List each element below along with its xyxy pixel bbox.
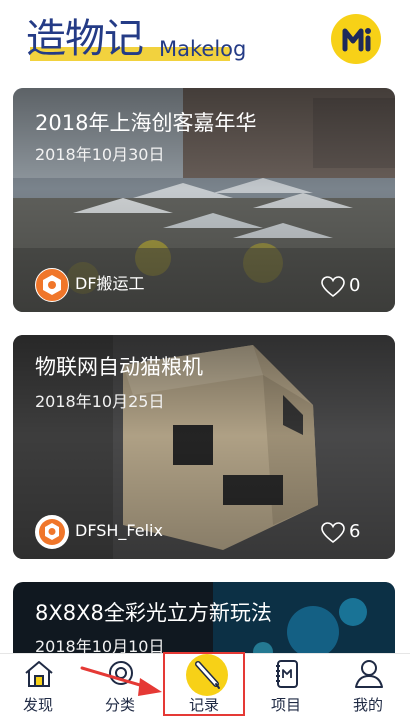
tab-me[interactable]: 我的: [333, 654, 403, 721]
like-count: 6: [349, 521, 361, 542]
like-button[interactable]: 6: [321, 520, 371, 546]
tab-label: 项目: [270, 696, 301, 714]
app-title-chinese: 造物记: [26, 16, 144, 62]
card-title: 8X8X8全彩光立方新玩法: [35, 601, 272, 625]
card-date: 2018年10月25日: [35, 392, 165, 411]
tab-projects[interactable]: 项目: [251, 654, 321, 721]
like-button[interactable]: 0: [321, 274, 371, 300]
notebook-icon: [276, 660, 298, 688]
app-title: 造物记 Makelog: [26, 12, 246, 72]
app-title-english: Makelog: [159, 37, 247, 61]
card-title: 2018年上海创客嘉年华: [35, 111, 257, 135]
user-icon: [355, 660, 383, 688]
card-title: 物联网自动猫粮机: [35, 355, 203, 379]
heart-icon: [321, 276, 345, 298]
like-count: 0: [349, 275, 361, 296]
avatar: [35, 268, 69, 302]
author-name: DF搬运工: [75, 274, 145, 293]
app-header: 造物记 Makelog: [0, 0, 410, 80]
tab-label: 我的: [352, 696, 383, 714]
card-date: 2018年10月30日: [35, 145, 165, 164]
post-card[interactable]: 物联网自动猫粮机 2018年10月25日 DFSH_Felix 6: [13, 335, 395, 559]
heart-icon: [321, 522, 345, 544]
post-card[interactable]: 2018年上海创客嘉年华 2018年10月30日 DF搬运工 0: [13, 88, 395, 312]
avatar: [35, 515, 69, 549]
makelog-logo-icon[interactable]: [331, 14, 381, 64]
annotation-highlight-box: [163, 652, 245, 716]
tab-discover[interactable]: 发现: [3, 654, 73, 721]
annotation-arrow-icon: [80, 666, 162, 696]
house-icon: [25, 661, 53, 687]
author-name: DFSH_Felix: [75, 521, 163, 540]
tab-label: 发现: [22, 696, 53, 714]
